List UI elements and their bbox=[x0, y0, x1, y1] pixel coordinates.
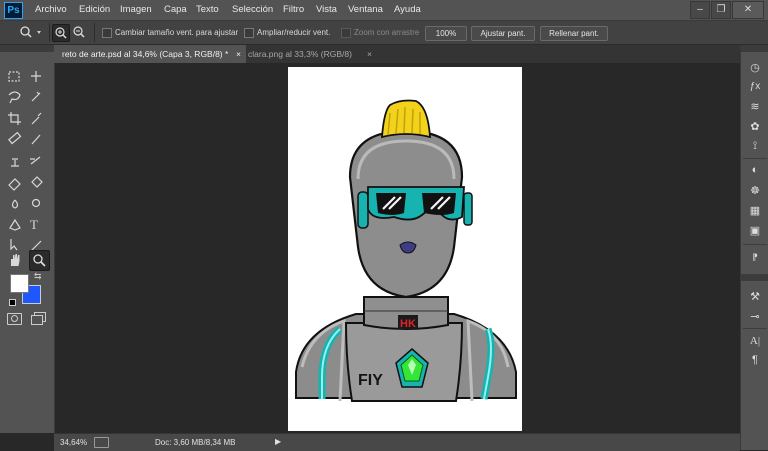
menu-edicion[interactable]: Edición bbox=[79, 4, 110, 15]
default-colors-icon[interactable] bbox=[9, 299, 16, 306]
quick-mask-icon[interactable] bbox=[7, 313, 22, 325]
chest-text: FIY bbox=[358, 372, 383, 389]
fx-icon[interactable]: ƒx bbox=[747, 78, 763, 94]
paths-icon[interactable]: ⟟ bbox=[747, 138, 763, 154]
photoshop-logo: Ps bbox=[4, 2, 23, 19]
dock-header-2[interactable] bbox=[741, 274, 768, 281]
zoom-100-button[interactable]: 100% bbox=[425, 26, 467, 41]
resize-windows-label: Cambiar tamaño vent. para ajustar bbox=[115, 28, 239, 37]
brush-presets-icon[interactable]: ⊸ bbox=[747, 308, 763, 324]
document-profile-icon[interactable] bbox=[94, 437, 109, 448]
actions-icon[interactable]: ⁋ bbox=[747, 249, 763, 265]
menu-filtro[interactable]: Filtro bbox=[283, 4, 304, 15]
tools-grid: T bbox=[8, 71, 43, 252]
robot-artwork: HK FIY bbox=[295, 99, 517, 402]
close-window-button[interactable]: ✕ bbox=[732, 1, 764, 19]
character-icon[interactable]: A| bbox=[747, 333, 763, 349]
tab-clara[interactable]: clara.png al 33,3% (RGB/8) × bbox=[240, 45, 374, 63]
tab-close-icon[interactable]: × bbox=[367, 45, 372, 63]
scrubby-zoom-checkbox[interactable] bbox=[341, 28, 351, 38]
dock-header[interactable] bbox=[741, 45, 768, 52]
fit-screen-button[interactable]: Ajustar pant. bbox=[471, 26, 535, 41]
zoom-tool-icon bbox=[20, 26, 41, 38]
toolbox-header[interactable] bbox=[0, 45, 54, 52]
fill-screen-button[interactable]: Rellenar pant. bbox=[540, 26, 608, 41]
zoom-out-icon bbox=[73, 26, 85, 38]
grid-icon[interactable]: ▦ bbox=[747, 202, 763, 218]
options-bar: Cambiar tamaño vent. para ajustar Amplia… bbox=[0, 21, 768, 45]
zoom-icon bbox=[33, 254, 46, 267]
layers-icon[interactable]: ≋ bbox=[747, 98, 763, 114]
document-canvas[interactable]: HK FIY bbox=[288, 67, 522, 431]
zoom-all-windows-label: Ampliar/reducir vent. bbox=[257, 28, 331, 37]
resize-windows-checkbox[interactable] bbox=[102, 28, 112, 38]
toolbox: T ⇆ bbox=[0, 45, 55, 433]
minimize-button[interactable]: – bbox=[690, 1, 710, 19]
swatches-icon[interactable]: ☸ bbox=[747, 182, 763, 198]
menu-ventana[interactable]: Ventana bbox=[348, 4, 383, 15]
restore-button[interactable]: ❐ bbox=[711, 1, 731, 19]
tab-reto-de-arte[interactable]: reto de arte.psd al 34,6% (Capa 3, RGB/8… bbox=[54, 45, 246, 63]
status-bar: 34,64% Doc: 3,60 MB/8,34 MB ▶ bbox=[54, 433, 740, 451]
menu-bar: Ps Archivo Edición Imagen Capa Texto Sel… bbox=[0, 0, 768, 21]
screen-mode-icon[interactable] bbox=[31, 312, 46, 325]
scrubby-zoom-label: Zoom con arrastre bbox=[354, 28, 420, 37]
menu-vista[interactable]: Vista bbox=[316, 4, 337, 15]
tool-presets-icon[interactable]: ⚒ bbox=[747, 288, 763, 304]
menu-seleccion[interactable]: Selección bbox=[232, 4, 273, 15]
zoom-level[interactable]: 34,64% bbox=[60, 438, 87, 447]
status-menu-arrow[interactable]: ▶ bbox=[275, 437, 281, 446]
svg-text:T: T bbox=[30, 217, 38, 232]
zoom-in-icon bbox=[55, 27, 67, 39]
menu-imagen[interactable]: Imagen bbox=[120, 4, 152, 15]
paragraph-icon[interactable]: ¶ bbox=[747, 352, 763, 368]
foreground-color-swatch[interactable] bbox=[10, 274, 29, 293]
menu-capa[interactable]: Capa bbox=[164, 4, 187, 15]
zoom-out-button[interactable] bbox=[71, 24, 87, 40]
tab-label: clara.png al 33,3% (RGB/8) bbox=[248, 49, 352, 59]
menu-ayuda[interactable]: Ayuda bbox=[394, 4, 421, 15]
history-icon[interactable]: ◷ bbox=[747, 59, 763, 75]
styles-icon[interactable]: ▣ bbox=[747, 222, 763, 238]
hand-tool[interactable] bbox=[6, 251, 24, 269]
menu-texto[interactable]: Texto bbox=[196, 4, 219, 15]
tool-preset-picker[interactable] bbox=[18, 25, 44, 39]
tab-label: reto de arte.psd al 34,6% (Capa 3, RGB/8… bbox=[62, 49, 229, 59]
badge-text: HK bbox=[400, 318, 416, 330]
menu-archivo[interactable]: Archivo bbox=[35, 4, 67, 15]
document-size: Doc: 3,60 MB/8,34 MB bbox=[155, 438, 236, 447]
document-tabs: reto de arte.psd al 34,6% (Capa 3, RGB/8… bbox=[54, 45, 740, 63]
zoom-in-button[interactable] bbox=[52, 24, 70, 42]
zoom-tool[interactable] bbox=[29, 250, 50, 271]
hand-icon bbox=[11, 254, 20, 266]
swap-colors-icon[interactable]: ⇆ bbox=[34, 271, 42, 282]
adjustments-icon[interactable]: ◐ bbox=[747, 162, 763, 178]
zoom-all-windows-checkbox[interactable] bbox=[244, 28, 254, 38]
channels-icon[interactable]: ✿ bbox=[747, 118, 763, 134]
panel-dock: ◷ ƒx ≋ ✿ ⟟ ◐ ☸ ▦ ▣ ⁋ ⚒ ⊸ A| ¶ bbox=[740, 45, 768, 450]
